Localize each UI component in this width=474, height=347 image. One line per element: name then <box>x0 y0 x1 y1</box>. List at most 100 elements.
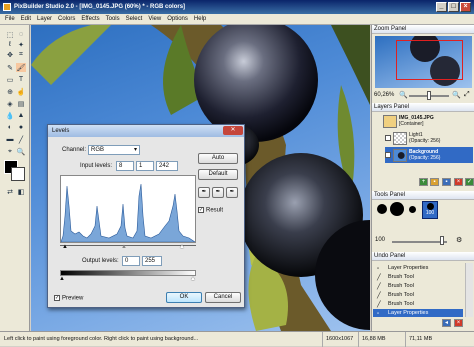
input-high-handle[interactable]: ▲ <box>179 244 185 250</box>
fill-icon[interactable]: ◈ <box>5 99 15 108</box>
layer-thumbnail <box>393 131 407 145</box>
menu-edit[interactable]: Edit <box>18 14 34 25</box>
menu-file[interactable]: File <box>2 14 18 25</box>
output-high-handle[interactable]: ▲ <box>190 276 196 282</box>
input-low-handle[interactable]: ▲ <box>62 244 68 250</box>
output-high-field[interactable]: 255 <box>142 256 162 266</box>
zoom-out-icon[interactable]: 🔍 <box>399 91 408 99</box>
undo-scrollbar[interactable] <box>465 263 473 317</box>
zoom-in-icon[interactable]: 🔍 <box>452 91 461 99</box>
eyedropper-icon[interactable]: ⌖ <box>5 147 15 156</box>
input-high-field[interactable]: 242 <box>156 161 178 171</box>
output-low-field[interactable]: 0 <box>122 256 140 266</box>
blur-icon[interactable]: 💧 <box>5 111 15 120</box>
brush-preset-selected[interactable]: 100 <box>422 201 438 219</box>
undo-item[interactable]: ╱ Brush Tool <box>373 291 463 299</box>
input-gamma-field[interactable]: 1 <box>136 161 154 171</box>
result-checkbox[interactable]: ✓ Result <box>198 207 223 214</box>
crop-icon[interactable]: ⌗ <box>16 50 26 59</box>
default-button[interactable]: Default <box>198 169 238 180</box>
brush-preset-xlarge[interactable] <box>390 202 404 216</box>
undo-icon[interactable]: ◂ <box>442 319 451 327</box>
undo-item[interactable]: ╱ Brush Tool <box>373 282 463 290</box>
ellipse-select-icon[interactable]: ◌ <box>16 30 26 39</box>
line-icon[interactable]: ╱ <box>16 135 26 144</box>
input-low-field[interactable]: 8 <box>116 161 134 171</box>
zoom-slider-thumb[interactable] <box>427 91 431 100</box>
brush-icon: ╱ <box>377 275 381 281</box>
eraser-icon[interactable]: ▭ <box>5 75 15 84</box>
mask-mode-icon[interactable]: ◧ <box>16 187 26 196</box>
menu-layer[interactable]: Layer <box>34 14 55 25</box>
cancel-button[interactable]: Cancel <box>205 292 241 303</box>
burn-icon[interactable]: ● <box>16 123 26 132</box>
shape-icon[interactable]: ▬ <box>5 135 15 144</box>
brush-size-slider[interactable] <box>392 241 447 243</box>
input-slider-track[interactable] <box>60 245 196 248</box>
delete-layer-icon[interactable]: × <box>454 178 463 186</box>
white-eyedropper-button[interactable]: ✒ <box>226 187 238 198</box>
layer-item-background[interactable]: ✓ Background (Opacity: 256) <box>385 147 473 163</box>
gradient-icon[interactable]: ▤ <box>16 99 26 108</box>
ok-button[interactable]: OK <box>166 292 202 303</box>
brush-settings-icon[interactable]: ⚙ <box>456 236 462 244</box>
undo-item[interactable]: ╱ Brush Tool <box>373 300 463 308</box>
dodge-icon[interactable]: ◐ <box>5 123 15 132</box>
layer-item-container[interactable]: IMG_0145.JPG [Container] <box>375 113 463 129</box>
new-layer-icon[interactable]: + <box>419 178 428 186</box>
brush-icon: ╱ <box>377 302 381 308</box>
undo-item[interactable]: ╱ Brush Tool <box>373 273 463 281</box>
layer-visibility-checkbox[interactable] <box>385 135 391 141</box>
menu-select[interactable]: Select <box>123 14 146 25</box>
brush-size-value: 100 <box>375 237 386 243</box>
close-button[interactable]: × <box>460 2 471 12</box>
undo-item-selected[interactable]: ▫ Layer Properties <box>373 309 463 317</box>
brush-preset-medium[interactable] <box>409 206 416 213</box>
brush-icon[interactable]: 🖌 <box>16 63 26 72</box>
auto-button[interactable]: Auto <box>198 153 238 164</box>
clear-history-icon[interactable]: × <box>454 319 463 327</box>
layer-properties-icon: ▫ <box>377 266 380 272</box>
window-title: PixBuilder Studio 2.0 - [IMG_0145.JPG (6… <box>14 4 186 10</box>
brush-size-thumb[interactable] <box>440 236 444 245</box>
sharpen-icon[interactable]: ▲ <box>16 111 26 120</box>
preview-checkbox[interactable]: ✓ Preview <box>54 295 83 302</box>
preview-label: Preview <box>62 295 84 302</box>
new-folder-icon[interactable]: ▪ <box>430 178 439 186</box>
smudge-icon[interactable]: ☝ <box>16 87 26 96</box>
dialog-close-button[interactable]: ✕ <box>223 126 243 135</box>
zoom-fit-icon[interactable]: ⤢ <box>464 91 470 99</box>
lasso-icon[interactable]: ℓ <box>5 40 15 49</box>
input-gamma-handle[interactable]: ▲ <box>121 244 127 250</box>
clone-icon[interactable]: ⊕ <box>5 87 15 96</box>
menu-colors[interactable]: Colors <box>55 14 78 25</box>
gray-eyedropper-button[interactable]: ✒ <box>212 187 224 198</box>
zoom-viewport-rect[interactable] <box>396 40 463 80</box>
black-eyedropper-button[interactable]: ✒ <box>198 187 210 198</box>
pencil-icon[interactable]: ✎ <box>5 63 15 72</box>
minimize-button[interactable]: _ <box>436 2 447 12</box>
background-color-swatch[interactable] <box>11 167 25 181</box>
channel-select[interactable]: RGB ▾ <box>88 145 140 155</box>
output-low-handle[interactable]: ▲ <box>59 276 65 282</box>
undo-item[interactable]: ▫ Layer Properties <box>373 264 463 272</box>
zoom-icon[interactable]: 🔍 <box>16 147 26 156</box>
magic-wand-icon[interactable]: ✦ <box>16 40 26 49</box>
layer-visibility-checkbox[interactable]: ✓ <box>385 152 391 158</box>
menu-effects[interactable]: Effects <box>78 14 102 25</box>
zoom-preview[interactable] <box>375 36 472 88</box>
rect-select-icon[interactable]: ⬚ <box>5 30 15 39</box>
menu-options[interactable]: Options <box>164 14 191 25</box>
menu-tools[interactable]: Tools <box>103 14 123 25</box>
layer-item-light1[interactable]: Light1 (Opacity: 256) <box>385 130 473 146</box>
swap-colors-icon[interactable]: ⇄ <box>5 187 15 196</box>
layer-properties-icon[interactable]: ▪ <box>442 178 451 186</box>
brush-preset-large[interactable] <box>377 204 387 214</box>
move-icon[interactable]: ✥ <box>5 50 15 59</box>
maximize-button[interactable]: □ <box>448 2 459 12</box>
menu-help[interactable]: Help <box>191 14 209 25</box>
text-icon[interactable]: T <box>16 75 26 84</box>
apply-layer-icon[interactable]: ✓ <box>465 178 474 186</box>
menu-view[interactable]: View <box>145 14 164 25</box>
layer-thumbnail <box>393 148 407 162</box>
